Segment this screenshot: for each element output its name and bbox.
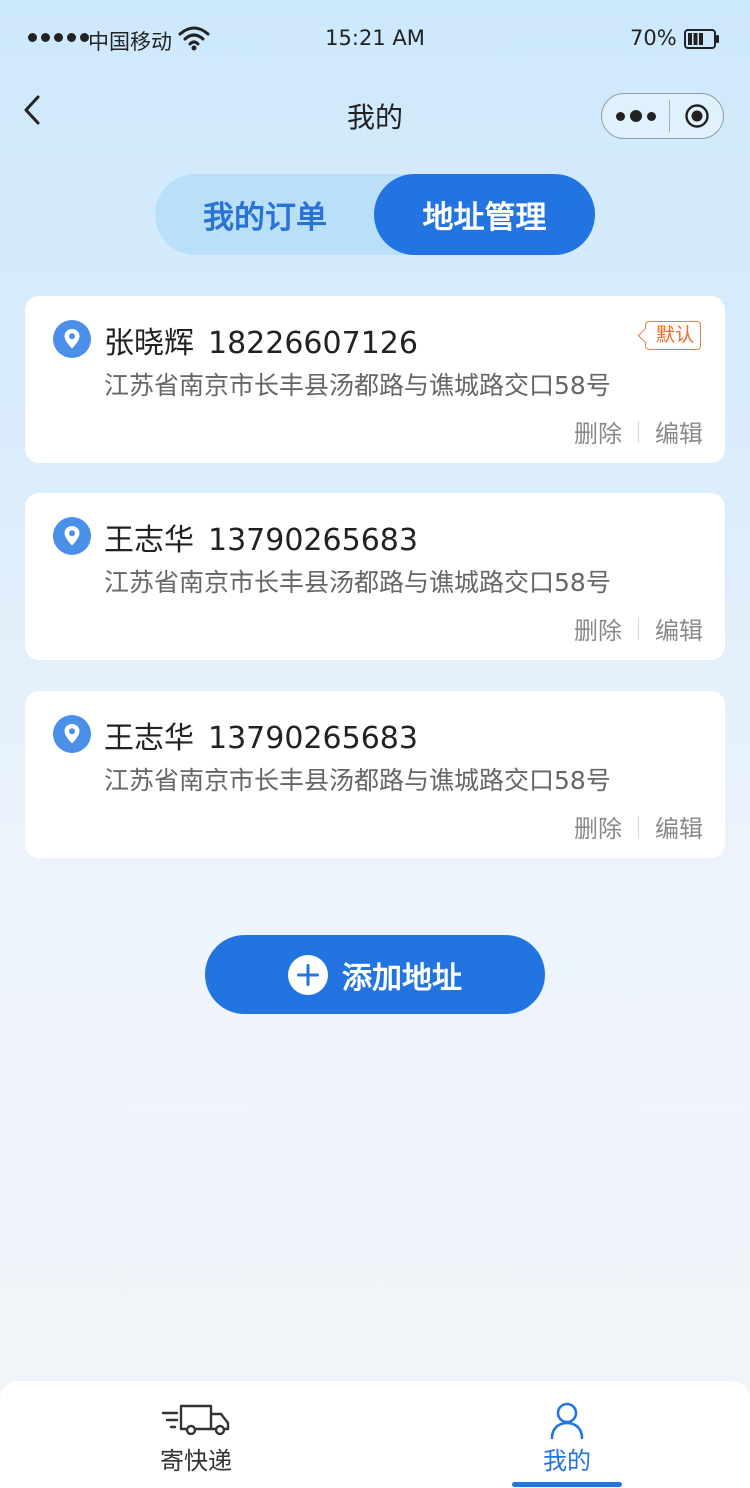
card-actions: 删除 编辑 (574, 809, 703, 844)
user-icon (550, 1402, 584, 1439)
active-tab-indicator (512, 1482, 622, 1487)
battery-percent: 70% (630, 26, 677, 50)
address-card[interactable]: 王志华 13790265683 江苏省南京市长丰县汤都路与谯城路交口58号 删除 … (25, 691, 725, 858)
target-icon (685, 104, 709, 128)
address-card[interactable]: 张晓辉 18226607126 默认 江苏省南京市长丰县汤都路与谯城路交口58号 … (25, 296, 725, 463)
delete-button[interactable]: 删除 (574, 414, 622, 449)
contact-name: 王志华 (104, 523, 194, 558)
truck-icon (161, 1404, 230, 1435)
tab-send-express[interactable]: 寄快递 (96, 1381, 296, 1488)
address-text: 江苏省南京市长丰县汤都路与谯城路交口58号 (104, 766, 611, 795)
add-address-label: 添加地址 (342, 960, 462, 996)
contact-phone: 13790265683 (208, 721, 418, 756)
location-pin-icon (53, 517, 91, 555)
tab-mine[interactable]: 我的 (467, 1381, 667, 1488)
contact-line: 张晓辉 18226607126 (104, 318, 418, 362)
contact-phone: 13790265683 (208, 523, 418, 558)
segment-control: 我的订单 地址管理 (155, 174, 595, 255)
contact-line: 王志华 13790265683 (104, 713, 418, 757)
action-divider (638, 815, 639, 838)
add-address-button[interactable]: 添加地址 (205, 935, 545, 1014)
location-pin-icon (53, 320, 91, 358)
edit-button[interactable]: 编辑 (655, 611, 703, 646)
mini-program-capsule (601, 93, 724, 139)
card-actions: 删除 编辑 (574, 414, 703, 449)
contact-phone: 18226607126 (208, 326, 418, 361)
tab-address-management[interactable]: 地址管理 (374, 174, 595, 255)
location-pin-icon (53, 715, 91, 753)
more-dot-icon (615, 111, 625, 121)
tab-send-express-label: 寄快递 (160, 1447, 232, 1475)
contact-name: 王志华 (104, 721, 194, 756)
more-dot-icon (646, 111, 656, 121)
status-bar: 中国移动 15:21 AM 70% (0, 0, 750, 78)
edit-button[interactable]: 编辑 (655, 414, 703, 449)
contact-name: 张晓辉 (104, 326, 194, 361)
address-text: 江苏省南京市长丰县汤都路与谯城路交口58号 (104, 371, 611, 400)
default-badge: 默认 (645, 321, 702, 350)
contact-line: 王志华 13790265683 (104, 515, 418, 559)
address-text: 江苏省南京市长丰县汤都路与谯城路交口58号 (104, 568, 611, 597)
delete-button[interactable]: 删除 (574, 809, 622, 844)
card-actions: 删除 编辑 (574, 611, 703, 646)
more-dot-icon (629, 110, 642, 122)
tab-my-orders[interactable]: 我的订单 (155, 174, 375, 255)
battery-icon (684, 29, 719, 49)
close-mini-program-button[interactable] (670, 94, 724, 138)
bottom-tab-bar: 寄快递 我的 (0, 1381, 750, 1488)
action-divider (638, 420, 639, 443)
delete-button[interactable]: 删除 (574, 611, 622, 646)
plus-circle-icon (288, 954, 328, 995)
more-button[interactable] (602, 94, 669, 138)
edit-button[interactable]: 编辑 (655, 809, 703, 844)
action-divider (638, 617, 639, 640)
tab-mine-label: 我的 (543, 1447, 591, 1475)
address-card[interactable]: 王志华 13790265683 江苏省南京市长丰县汤都路与谯城路交口58号 删除 … (25, 493, 725, 660)
